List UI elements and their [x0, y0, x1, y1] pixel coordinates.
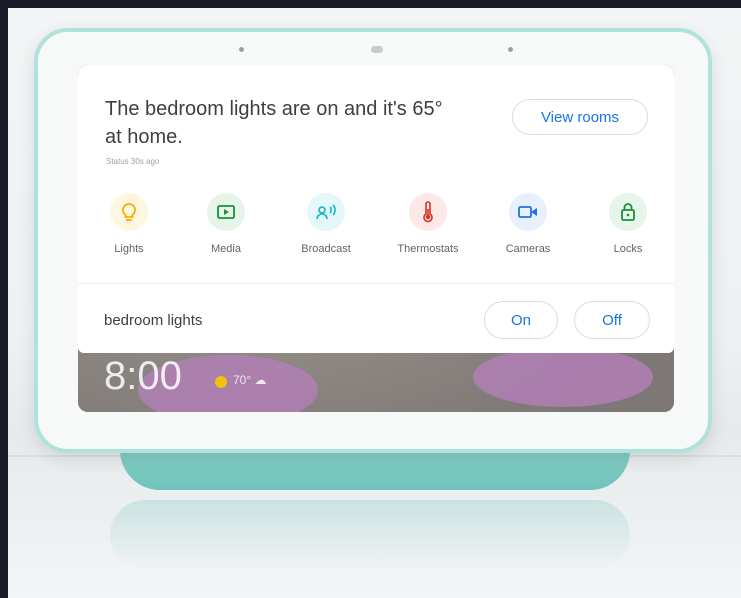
- category-label: Cameras: [505, 243, 551, 255]
- category-label: Locks: [613, 243, 643, 255]
- category-lights[interactable]: Lights: [89, 193, 169, 255]
- weather-sun-icon: [215, 376, 227, 388]
- ambient-clock: 8:00: [104, 354, 182, 398]
- smart-display-device: 8:00 70° ☁ The bedroom lights are on and…: [34, 28, 712, 453]
- category-label: Broadcast: [301, 243, 351, 255]
- category-thermostats[interactable]: Thermostats: [388, 193, 468, 255]
- ambient-weather: 70° ☁: [233, 373, 267, 387]
- status-timestamp: Status 30s ago: [106, 157, 160, 166]
- photo-blob-right: [473, 347, 653, 407]
- screen: 8:00 70° ☁ The bedroom lights are on and…: [78, 65, 674, 412]
- home-control-card: The bedroom lights are on and it's 65° a…: [78, 65, 674, 353]
- category-broadcast[interactable]: Broadcast: [286, 193, 366, 255]
- lights-off-button[interactable]: Off: [574, 301, 650, 339]
- category-media[interactable]: Media: [186, 193, 266, 255]
- camera-icon: [509, 193, 547, 231]
- ambient-sensor: [371, 46, 383, 53]
- card-divider: [78, 283, 674, 284]
- category-locks[interactable]: Locks: [588, 193, 668, 255]
- lightbulb-icon: [110, 193, 148, 231]
- view-rooms-button[interactable]: View rooms: [512, 99, 648, 135]
- lights-on-button[interactable]: On: [484, 301, 558, 339]
- device-reflection: [110, 500, 630, 570]
- category-cameras[interactable]: Cameras: [488, 193, 568, 255]
- category-label: Media: [211, 243, 241, 255]
- sensor-dot-right: [508, 47, 513, 52]
- thermometer-icon: [409, 193, 447, 231]
- status-headline: The bedroom lights are on and it's 65° a…: [105, 98, 443, 148]
- media-play-icon: [207, 193, 245, 231]
- device-control-label: bedroom lights: [104, 312, 203, 329]
- category-label: Lights: [114, 243, 144, 255]
- broadcast-icon: [307, 193, 345, 231]
- lock-icon: [609, 193, 647, 231]
- sensor-dot-left: [239, 47, 244, 52]
- category-label: Thermostats: [397, 243, 459, 255]
